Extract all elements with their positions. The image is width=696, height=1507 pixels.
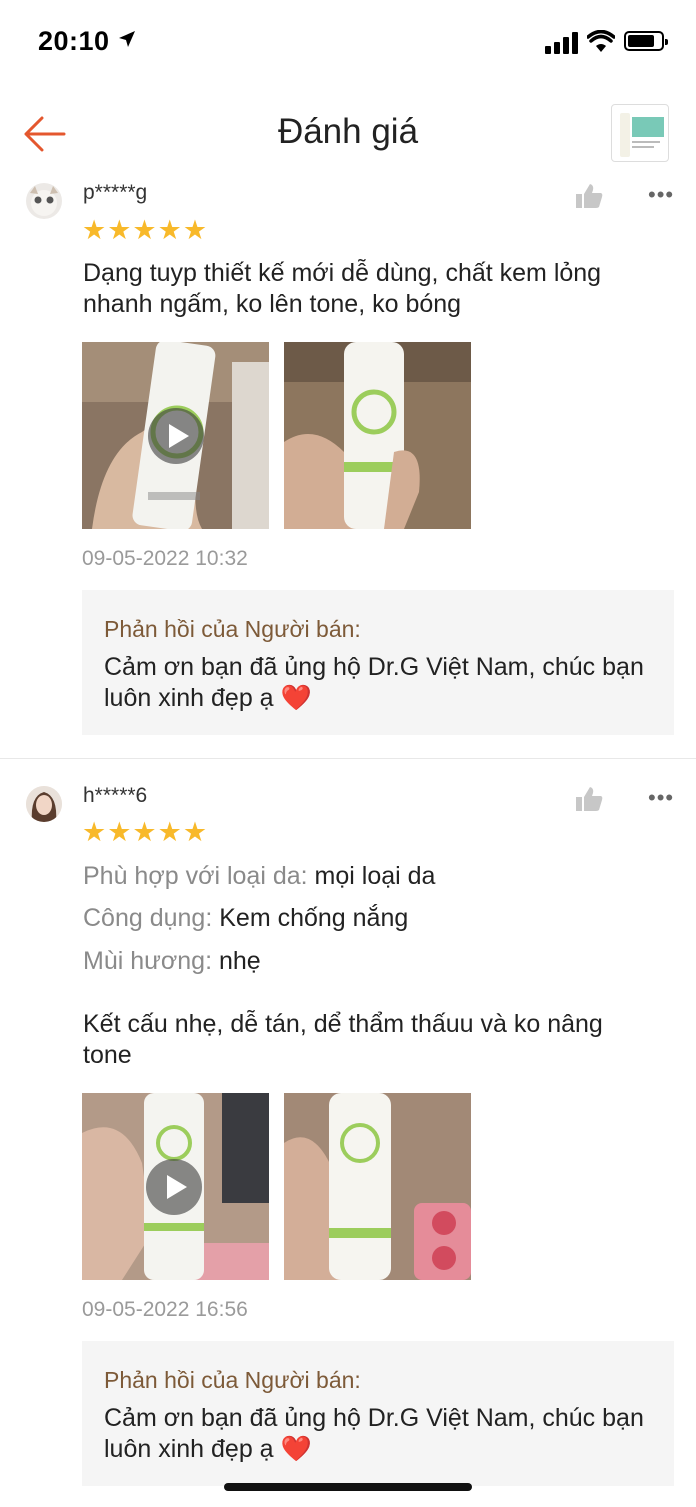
status-time: 20:10 [38,26,110,56]
attribute-usage: Công dụng: Kem chống nắng [83,904,409,932]
more-options-icon[interactable]: ••• [648,182,674,208]
avatar[interactable] [26,183,62,219]
battery-icon [624,31,668,51]
wifi-icon [587,30,615,52]
play-icon[interactable] [148,408,204,464]
seller-reply: Phản hồi của Người bán: Cảm ơn bạn đã ủn… [82,590,674,735]
username: h*****6 [83,784,148,807]
review-text: Kết cấu nhẹ, dễ tán, dể thẩm thấuu và ko… [83,1010,603,1069]
reply-title: Phản hồi của Người bán: [104,1367,361,1393]
review-text: Dạng tuyp thiết kế mới dễ dùng, chất kem… [83,259,602,318]
product-thumbnail[interactable] [611,104,669,162]
star-rating: ★★★★★ [82,817,209,847]
avatar[interactable] [26,786,62,822]
review-photo[interactable] [284,1093,471,1280]
seller-reply: Phản hồi của Người bán: Cảm ơn bạn đã ủn… [82,1341,674,1486]
cellular-signal-icon [545,32,578,54]
like-thumb-icon[interactable] [575,786,603,812]
star-rating: ★★★★★ [82,215,209,245]
attribute-scent: Mùi hương: nhẹ [83,947,261,975]
reply-text: Cảm ơn bạn đã ủng hộ Dr.G Việt Nam, chúc… [104,1404,644,1463]
review-video-thumbnail[interactable] [82,1093,269,1280]
reply-text: Cảm ơn bạn đã ủng hộ Dr.G Việt Nam, chúc… [104,653,644,712]
review-photo[interactable] [284,342,471,529]
home-indicator[interactable] [224,1483,472,1491]
review-date: 09-05-2022 16:56 [82,1298,248,1321]
play-icon[interactable] [146,1159,202,1215]
review-date: 09-05-2022 10:32 [82,547,248,570]
username: p*****g [83,181,148,204]
divider [0,758,696,759]
attribute-skin-type: Phù hợp với loại da: mọi loại da [83,862,436,890]
review-video-thumbnail[interactable] [82,342,269,529]
like-thumb-icon[interactable] [575,183,603,209]
reply-title: Phản hồi của Người bán: [104,616,361,642]
more-options-icon[interactable]: ••• [648,785,674,811]
location-arrow-icon [119,31,135,47]
page-title: Đánh giá [277,112,419,151]
